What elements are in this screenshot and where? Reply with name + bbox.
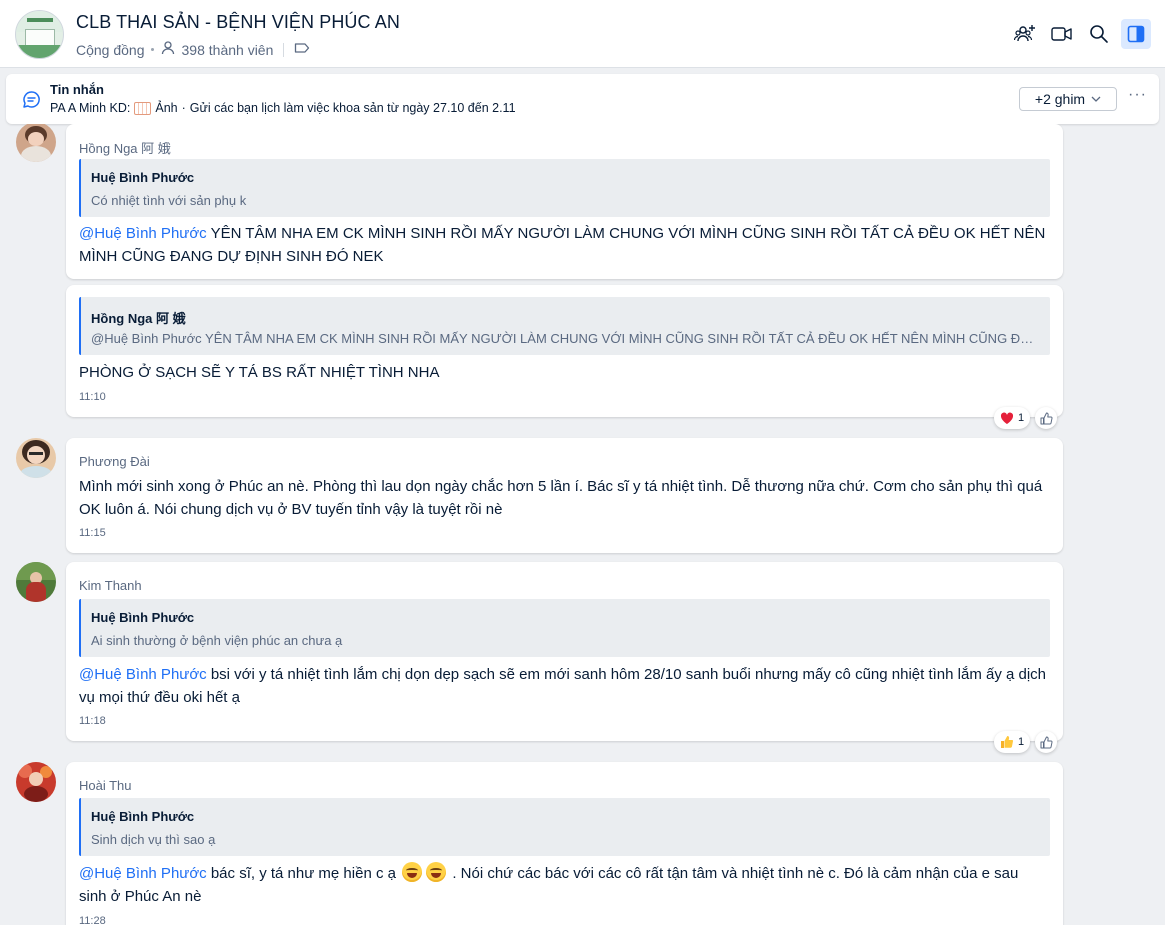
quoted-message[interactable]: Huệ Bình Phước Có nhiệt tình với sản phụ… (79, 159, 1050, 217)
conversation-header: CLB THAI SẢN - BỆNH VIỆN PHÚC AN Cộng đồ… (0, 0, 1165, 68)
quoted-sender: Hồng Nga 阿 娥 (91, 311, 186, 326)
member-icon[interactable] (160, 40, 176, 59)
quoted-sender: Huệ Bình Phước (91, 809, 195, 824)
header-actions (1010, 19, 1151, 49)
message-bubble[interactable]: Kim Thanh Huệ Bình Phước Ai sinh thường … (66, 562, 1063, 741)
sidebar-toggle-icon[interactable] (1121, 19, 1151, 49)
laughing-emoji-icon (426, 862, 447, 882)
group-title[interactable]: CLB THAI SẢN - BỆNH VIỆN PHÚC AN (76, 12, 400, 33)
sender-name[interactable]: Phương Đài (79, 454, 150, 469)
avatar[interactable] (16, 124, 56, 162)
mention-link[interactable]: @Huệ Bình Phước (79, 865, 207, 882)
quoted-message[interactable]: Huệ Bình Phước Ai sinh thường ở bệnh việ… (79, 599, 1050, 657)
like-icon[interactable] (1035, 407, 1057, 429)
message-time: 11:28 (79, 915, 106, 925)
reaction-badge[interactable]: 1 (994, 731, 1031, 753)
pin-count-label: +2 ghim (1034, 91, 1086, 107)
message-bubble[interactable]: Phương Đài Mình mới sinh xong ở Phúc an … (66, 438, 1063, 553)
like-icon[interactable] (1035, 731, 1057, 753)
reaction-count: 1 (1018, 412, 1025, 424)
pinned-message-bar[interactable]: Tin nhắn PA A Minh KD: Ảnh · Gửi các bạn… (6, 74, 1159, 124)
tag-icon[interactable] (294, 41, 310, 58)
video-call-icon[interactable] (1047, 19, 1077, 49)
message-bubble[interactable]: Hoài Thu Huệ Bình Phước Sinh dịch vụ thì… (66, 762, 1063, 925)
group-avatar[interactable] (15, 10, 64, 59)
quoted-message[interactable]: Hồng Nga 阿 娥 @Huệ Bình Phước YÊN TÂM NHA… (79, 297, 1050, 355)
sender-name[interactable]: Hồng Nga 阿 娥 (79, 138, 171, 157)
message-text: Mình mới sinh xong ở Phúc an nè. Phòng t… (79, 478, 1043, 518)
avatar[interactable] (16, 438, 56, 478)
separator-dot (150, 48, 154, 51)
image-thumbnail-icon (134, 101, 152, 115)
more-options-icon[interactable]: ··· (1128, 86, 1147, 104)
message-text: @Huệ Bình Phước bsi với y tá nhiệt tình … (79, 666, 1047, 706)
sender-name[interactable]: Kim Thanh (79, 578, 142, 593)
sender-name[interactable]: Hoài Thu (79, 778, 132, 793)
member-count[interactable]: 398 thành viên (182, 42, 274, 58)
message-list[interactable]: Hồng Nga 阿 娥 Huệ Bình Phước Có nhiệt tìn… (0, 124, 1165, 925)
search-icon[interactable] (1084, 19, 1114, 49)
thumbs-up-icon (1001, 736, 1014, 748)
message-time: 11:10 (79, 391, 106, 403)
pin-count-dropdown[interactable]: +2 ghim (1019, 87, 1117, 111)
laughing-emoji-icon (402, 862, 423, 882)
pinned-attachment: Ảnh (155, 101, 178, 115)
message-text: @Huệ Bình Phước YÊN TÂM NHA EM CK MÌNH S… (79, 225, 1046, 265)
pinned-title: Tin nhắn (50, 82, 104, 97)
quoted-text: @Huệ Bình Phước YÊN TÂM NHA EM CK MÌNH S… (91, 331, 1040, 346)
message-time: 11:15 (79, 527, 106, 539)
message-text: @Huệ Bình Phước bác sĩ, y tá như mẹ hiền… (79, 862, 1049, 908)
message-time: 11:18 (79, 715, 106, 727)
pinned-preview: PA A Minh KD: Ảnh · Gửi các bạn lịch làm… (50, 101, 516, 115)
quoted-message[interactable]: Huệ Bình Phước Sinh dịch vụ thì sao ạ (79, 798, 1050, 856)
quoted-sender: Huệ Bình Phước (91, 610, 195, 625)
group-subtitle: Cộng đồng 398 thành viên (76, 40, 310, 59)
chevron-down-icon (1091, 96, 1101, 102)
quoted-text: Sinh dịch vụ thì sao ạ (91, 832, 216, 847)
quoted-text: Có nhiệt tình với sản phụ k (91, 193, 247, 208)
message-text: PHÒNG Ở SẠCH SẼ Y TÁ BS RẤT NHIỆT TÌNH N… (79, 364, 440, 381)
avatar[interactable] (16, 762, 56, 802)
pinned-text: Gửi các bạn lịch làm việc khoa sản từ ng… (189, 101, 516, 115)
message-bubble-icon (22, 90, 41, 114)
quoted-sender: Huệ Bình Phước (91, 170, 195, 185)
add-member-icon[interactable] (1010, 19, 1040, 49)
mention-link[interactable]: @Huệ Bình Phước (79, 225, 207, 242)
pinned-sender: PA A Minh KD: (50, 101, 131, 115)
reaction-badge[interactable]: 1 (994, 407, 1031, 429)
mention-link[interactable]: @Huệ Bình Phước (79, 666, 207, 683)
message-bubble[interactable]: Hồng Nga 阿 娥 Huệ Bình Phước Có nhiệt tìn… (66, 124, 1063, 279)
quoted-text: Ai sinh thường ở bệnh viện phúc an chưa … (91, 633, 343, 648)
separator-bar (283, 42, 285, 57)
message-bubble[interactable]: Hồng Nga 阿 娥 @Huệ Bình Phước YÊN TÂM NHA… (66, 285, 1063, 417)
heart-icon (1000, 412, 1014, 424)
reaction-count: 1 (1018, 736, 1025, 748)
group-type-label: Cộng đồng (76, 41, 145, 58)
avatar[interactable] (16, 562, 56, 602)
